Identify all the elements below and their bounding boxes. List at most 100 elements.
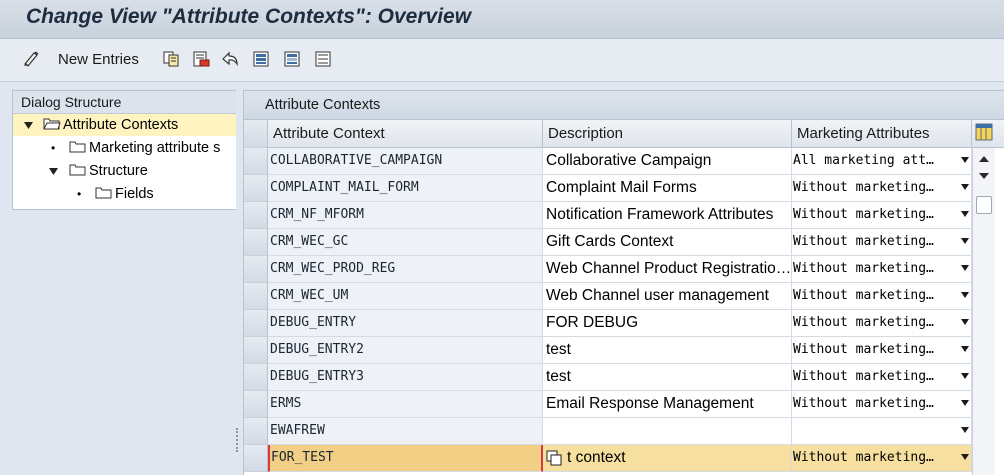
column-header-attribute-context[interactable]: Attribute Context: [268, 120, 543, 148]
row-selector-button[interactable]: [244, 418, 268, 445]
cell-description[interactable]: Complaint Mail Forms: [543, 175, 792, 202]
chevron-down-icon[interactable]: [961, 265, 969, 271]
dropdown-value: All marketing att…: [793, 153, 934, 168]
delete-icon[interactable]: [192, 50, 210, 68]
table-row[interactable]: DEBUG_ENTRY FOR DEBUG Without marketing…: [244, 310, 972, 337]
chevron-down-icon[interactable]: [961, 427, 969, 433]
chevron-down-icon[interactable]: [961, 238, 969, 244]
scroll-down-icon[interactable]: [979, 173, 989, 179]
chevron-down-icon[interactable]: [961, 400, 969, 406]
cell-description[interactable]: [543, 418, 792, 445]
cell-description[interactable]: Notification Framework Attributes: [543, 202, 792, 229]
chevron-down-icon[interactable]: [961, 157, 969, 163]
vertical-scrollbar[interactable]: [972, 148, 995, 475]
cell-marketing-attributes-dropdown[interactable]: Without marketing…: [792, 202, 972, 229]
cell-description[interactable]: Web Channel user management: [543, 283, 792, 310]
cell-description[interactable]: t context: [543, 445, 792, 472]
table-row[interactable]: CRM_WEC_PROD_REG Web Channel Product Regi…: [244, 256, 972, 283]
cell-marketing-attributes-dropdown[interactable]: Without marketing…: [792, 364, 972, 391]
cell-marketing-attributes-dropdown[interactable]: Without marketing…: [792, 310, 972, 337]
table-settings-icon[interactable]: [975, 123, 993, 141]
scroll-thumb[interactable]: [976, 196, 992, 214]
table-row[interactable]: ERMS Email Response Management Without mar…: [244, 391, 972, 418]
row-selector-button[interactable]: [244, 445, 268, 472]
cell-attribute-context: DEBUG_ENTRY: [268, 310, 543, 337]
table-row[interactable]: COLLABORATIVE_CAMPAIGN Collaborative Camp…: [244, 148, 972, 175]
row-selector-button[interactable]: [244, 256, 268, 283]
column-header-description[interactable]: Description: [543, 120, 792, 148]
panel-splitter[interactable]: [236, 90, 242, 474]
dropdown-value: Without marketing…: [793, 207, 934, 222]
cell-description[interactable]: FOR DEBUG: [543, 310, 792, 337]
copy-text-icon[interactable]: [546, 450, 562, 466]
column-header-marketing-attributes[interactable]: Marketing Attributes: [792, 120, 972, 148]
tree-item-label: Marketing attribute s: [89, 140, 221, 156]
cell-attribute-context: ERMS: [268, 391, 543, 418]
bullet-icon: •: [77, 187, 82, 201]
row-selector-button[interactable]: [244, 148, 268, 175]
row-selector-button[interactable]: [244, 175, 268, 202]
cell-marketing-attributes-dropdown[interactable]: Without marketing…: [792, 229, 972, 256]
table-row[interactable]: FOR_TEST t context Without marketing…: [244, 445, 972, 472]
cell-marketing-attributes-dropdown[interactable]: Without marketing…: [792, 445, 972, 472]
expand-arrow-icon[interactable]: [49, 168, 58, 175]
chevron-down-icon[interactable]: [961, 292, 969, 298]
chevron-down-icon[interactable]: [961, 319, 969, 325]
title-bar: Change View "Attribute Contexts": Overvi…: [0, 0, 1004, 39]
cell-description[interactable]: Email Response Management: [543, 391, 792, 418]
row-selector-button[interactable]: [244, 337, 268, 364]
tree-item-structure[interactable]: Structure: [13, 160, 237, 182]
cell-marketing-attributes-dropdown[interactable]: Without marketing…: [792, 256, 972, 283]
chevron-down-icon[interactable]: [961, 184, 969, 190]
chevron-down-icon[interactable]: [961, 454, 969, 460]
dialog-structure-panel: Dialog Structure Attribute Contexts • Ma…: [12, 90, 238, 210]
select-all-rows-button[interactable]: [244, 120, 268, 148]
cell-marketing-attributes-dropdown[interactable]: All marketing att…: [792, 148, 972, 175]
expand-arrow-icon[interactable]: [24, 122, 33, 129]
cell-attribute-context[interactable]: FOR_TEST: [268, 445, 543, 472]
tree-item-attribute-contexts[interactable]: Attribute Contexts: [13, 114, 237, 136]
select-block-icon[interactable]: [283, 50, 301, 68]
cell-marketing-attributes-dropdown[interactable]: Without marketing…: [792, 337, 972, 364]
tree-item-marketing-attribute-sets[interactable]: • Marketing attribute s: [13, 137, 237, 159]
cell-description[interactable]: test: [543, 364, 792, 391]
row-selector-button[interactable]: [244, 283, 268, 310]
cell-marketing-attributes-dropdown[interactable]: Without marketing…: [792, 391, 972, 418]
table-title: Attribute Contexts: [265, 97, 381, 113]
cell-marketing-attributes-dropdown[interactable]: Without marketing…: [792, 283, 972, 310]
tree-item-fields[interactable]: • Fields: [13, 183, 237, 205]
tree-item-label: Attribute Contexts: [63, 117, 179, 133]
chevron-down-icon[interactable]: [961, 211, 969, 217]
scroll-up-icon[interactable]: [979, 156, 989, 162]
attribute-contexts-table: Attribute Contexts Attribute Context Des…: [243, 90, 1004, 475]
select-all-icon[interactable]: [252, 50, 270, 68]
copy-icon[interactable]: [162, 50, 180, 68]
table-row[interactable]: CRM_NF_MFORM Notification Framework Attri…: [244, 202, 972, 229]
row-selector-button[interactable]: [244, 364, 268, 391]
chevron-down-icon[interactable]: [961, 346, 969, 352]
row-selector-button[interactable]: [244, 202, 268, 229]
table-row[interactable]: DEBUG_ENTRY2 test Without marketing…: [244, 337, 972, 364]
new-entries-button[interactable]: New Entries: [58, 51, 139, 68]
deselect-all-icon[interactable]: [314, 50, 332, 68]
row-selector-button[interactable]: [244, 229, 268, 256]
cell-description[interactable]: Gift Cards Context: [543, 229, 792, 256]
undo-icon[interactable]: [221, 50, 239, 68]
cell-description[interactable]: Collaborative Campaign: [543, 148, 792, 175]
chevron-down-icon[interactable]: [961, 373, 969, 379]
row-selector-button[interactable]: [244, 310, 268, 337]
table-row[interactable]: COMPLAINT_MAIL_FORM Complaint Mail Forms W…: [244, 175, 972, 202]
tree-item-label: Fields: [115, 186, 154, 202]
cell-marketing-attributes-dropdown[interactable]: Without marketing…: [792, 175, 972, 202]
table-row[interactable]: EWAFREW: [244, 418, 972, 445]
table-row[interactable]: CRM_WEC_UM Web Channel user management Wit…: [244, 283, 972, 310]
table-row[interactable]: CRM_WEC_GC Gift Cards Context Without mark…: [244, 229, 972, 256]
cell-description[interactable]: Web Channel Product Registratio…: [543, 256, 792, 283]
cell-marketing-attributes-dropdown[interactable]: [792, 418, 972, 445]
dropdown-value: Without marketing…: [793, 342, 934, 357]
row-selector-button[interactable]: [244, 391, 268, 418]
display-change-icon[interactable]: [22, 50, 40, 68]
splitter-grip-icon[interactable]: [236, 428, 240, 452]
cell-description[interactable]: test: [543, 337, 792, 364]
table-row[interactable]: DEBUG_ENTRY3 test Without marketing…: [244, 364, 972, 391]
